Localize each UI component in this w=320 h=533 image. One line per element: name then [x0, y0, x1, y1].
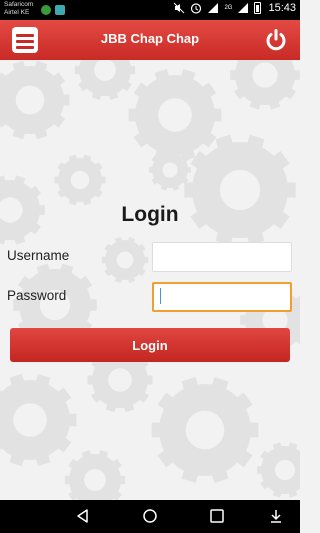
notification-icons — [41, 5, 65, 15]
app-notification-icon — [55, 5, 65, 15]
power-icon[interactable] — [264, 28, 288, 52]
signal-icon-1 — [208, 3, 219, 13]
gears-background — [0, 60, 300, 500]
username-label: Username — [7, 248, 70, 263]
whatsapp-icon — [41, 5, 51, 15]
username-field[interactable] — [152, 242, 292, 272]
text-cursor — [160, 288, 161, 304]
signal-icon-2 — [238, 3, 249, 13]
back-icon[interactable] — [75, 508, 91, 524]
battery-icon — [254, 2, 262, 14]
login-title: Login — [121, 203, 179, 226]
mute-icon — [174, 2, 185, 14]
navigation-bar — [0, 500, 300, 533]
status-bar: Safaricom Airtel KE 2G 15:43 — [0, 0, 300, 20]
recents-icon[interactable] — [209, 508, 225, 524]
app-bar: JBB Chap Chap — [0, 20, 300, 60]
home-icon[interactable] — [142, 508, 158, 524]
carrier-name-1: Safaricom — [4, 1, 34, 8]
login-button[interactable]: Login — [10, 328, 290, 362]
password-field[interactable] — [152, 282, 292, 312]
alarm-icon — [191, 3, 202, 14]
status-icons: 2G 15:43 — [173, 2, 296, 14]
login-screen: Login Username Password Login — [0, 60, 300, 500]
carrier-name-2: Airtel KE — [4, 9, 30, 16]
network-type: 2G — [224, 5, 233, 11]
password-label: Password — [7, 288, 67, 303]
app-title: JBB Chap Chap — [100, 31, 200, 46]
download-icon[interactable] — [268, 508, 284, 524]
clock: 15:43 — [268, 2, 296, 14]
carrier-info: Safaricom Airtel KE — [4, 1, 33, 17]
